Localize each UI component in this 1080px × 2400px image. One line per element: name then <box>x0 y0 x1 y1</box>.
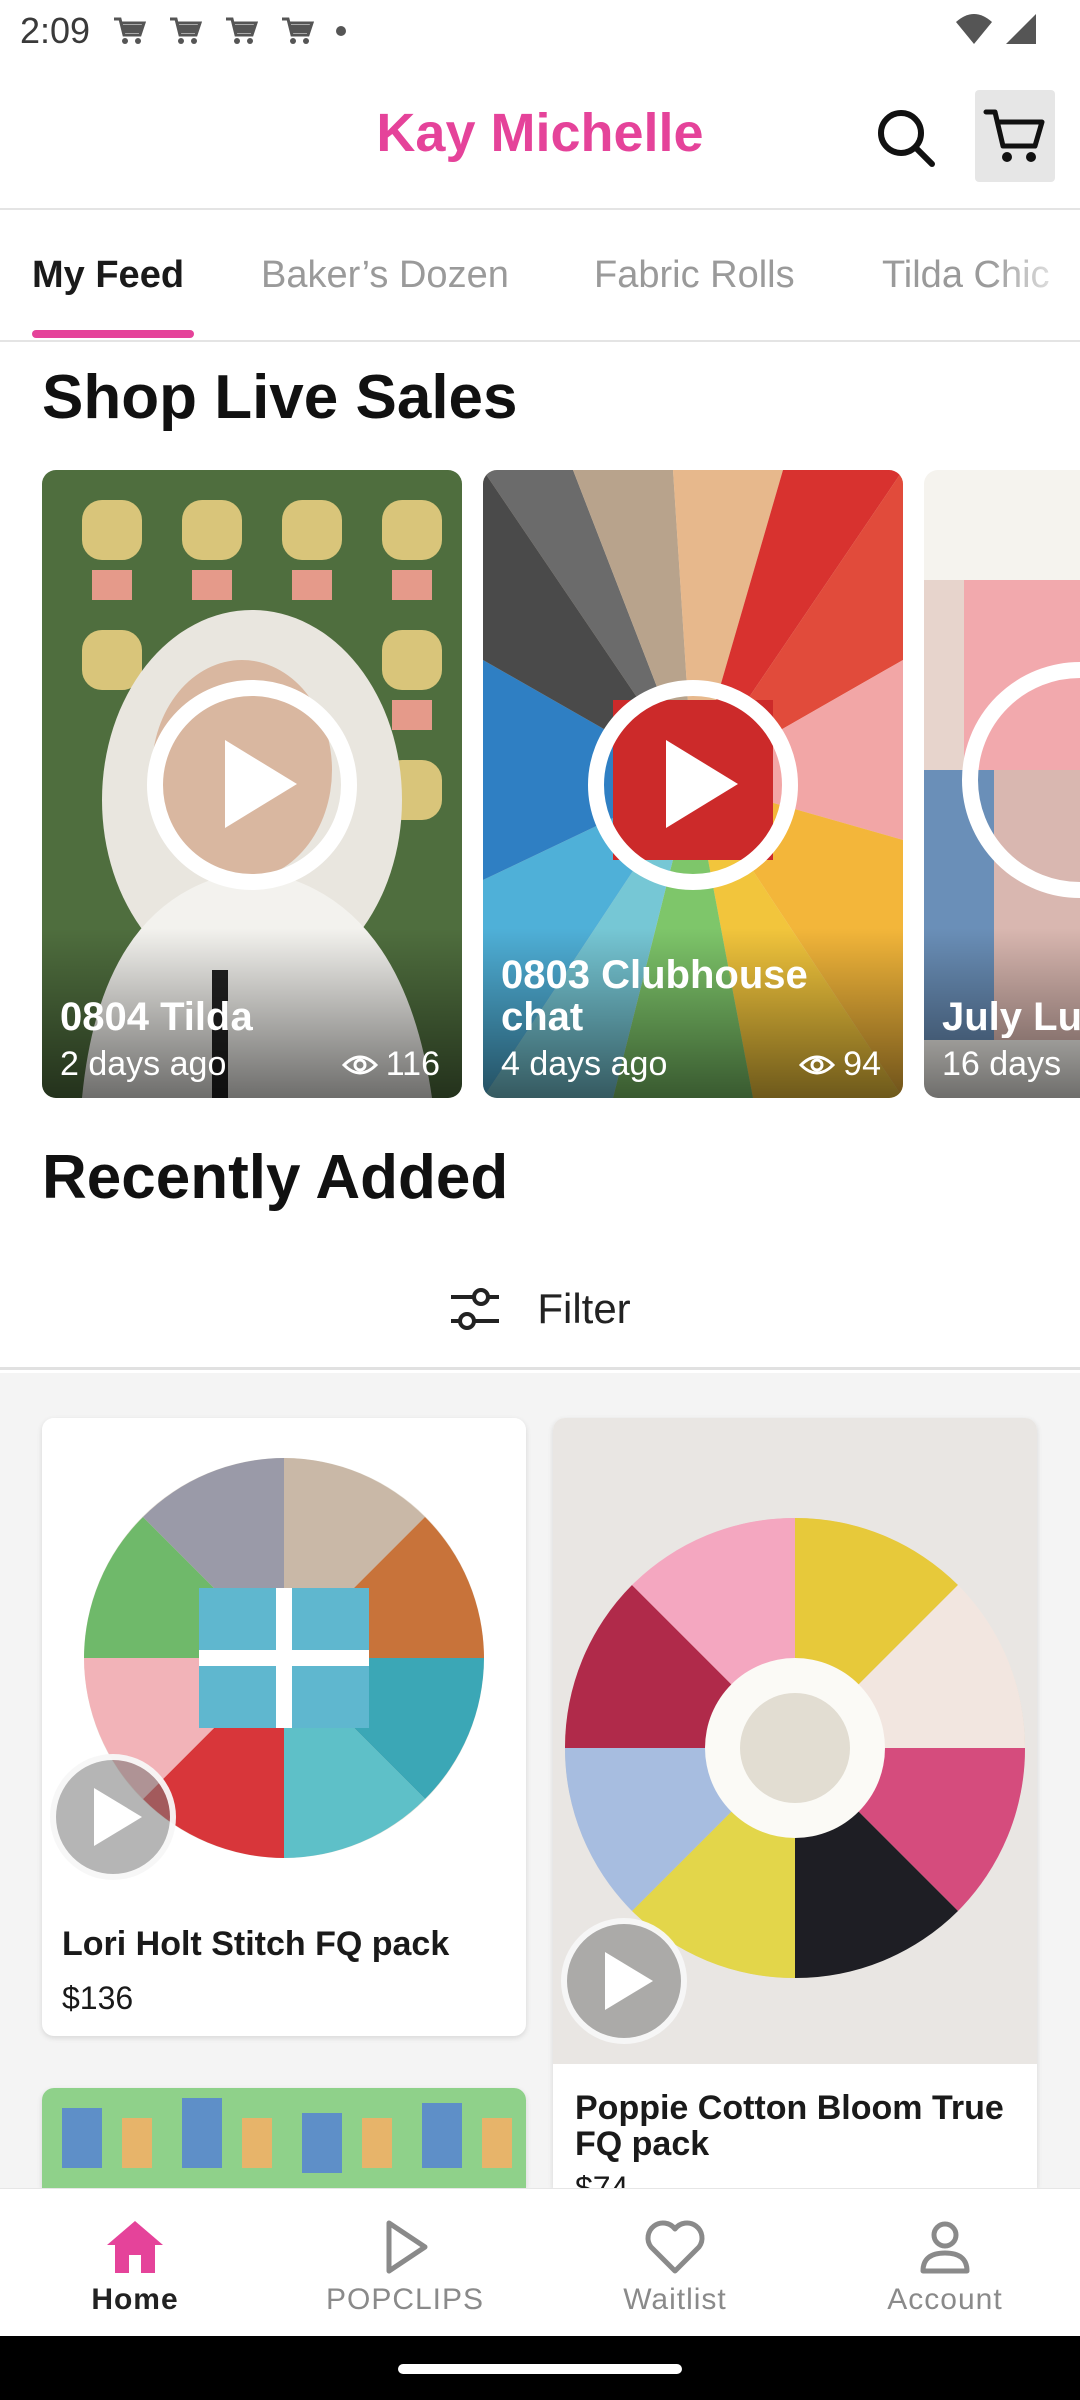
play-icon <box>147 680 357 890</box>
live-sale-card[interactable]: 0804 Tilda 2 days ago 116 <box>42 470 462 1098</box>
live-sale-date: 2 days ago <box>60 1045 227 1083</box>
filter-sliders-icon <box>451 1287 500 1330</box>
tabs-fade <box>990 212 1080 340</box>
tab-fabric-rolls[interactable]: Fabric Rolls <box>594 254 795 297</box>
product-image <box>42 2088 526 2188</box>
live-sale-title: 0804 Tilda <box>60 995 253 1039</box>
nav-label: Waitlist <box>623 2283 727 2316</box>
tab-bakers-dozen[interactable]: Baker’s Dozen <box>261 254 509 297</box>
live-sale-date: 16 days <box>942 1045 1062 1083</box>
notification-icons <box>112 16 347 46</box>
nav-label: Home <box>91 2283 179 2316</box>
cart-notification-icon <box>170 17 203 44</box>
product-card[interactable]: Poppie Cotton Bloom True FQ pack $74 <box>553 1418 1037 2188</box>
filter-button[interactable]: Filter <box>0 1250 1080 1370</box>
search-button[interactable] <box>874 106 938 170</box>
system-gesture-bar <box>0 2336 1080 2400</box>
live-sale-title: 0803 Clubhouse chat <box>501 953 808 1039</box>
filter-label: Filter <box>537 1284 631 1332</box>
nav-popclips[interactable]: POPCLIPS <box>270 2189 540 2337</box>
heart-icon <box>645 2220 705 2274</box>
nav-waitlist[interactable]: Waitlist <box>540 2189 810 2337</box>
view-count: 116 <box>341 1045 440 1084</box>
home-icon <box>107 2221 163 2273</box>
person-icon <box>920 2221 970 2274</box>
product-price: $74 <box>575 2170 629 2188</box>
nav-label: POPCLIPS <box>325 2283 485 2316</box>
cart-notification-icon <box>114 17 147 44</box>
wifi-icon <box>956 14 992 44</box>
active-tab-indicator <box>32 330 194 338</box>
cart-notification-icon <box>226 17 259 44</box>
live-sale-card[interactable]: 0803 Clubhouse chat 4 days ago 94 <box>483 470 903 1098</box>
signal-icon <box>1006 14 1036 44</box>
home-gesture-handle[interactable] <box>398 2364 682 2374</box>
cart-icon <box>983 109 1045 162</box>
nav-account[interactable]: Account <box>810 2189 1080 2337</box>
product-card[interactable] <box>42 2088 526 2188</box>
play-icon <box>561 1918 687 2044</box>
play-outline-icon <box>386 2220 428 2274</box>
live-sales-heading: Shop Live Sales <box>42 363 518 432</box>
view-count-value: 116 <box>385 1045 440 1083</box>
product-price: $136 <box>62 1980 134 2016</box>
recently-added-heading: Recently Added <box>42 1143 509 1212</box>
status-time: 2:09 <box>20 10 91 51</box>
status-bar: 2:09 <box>0 0 1080 62</box>
live-sale-card[interactable]: July Lu 16 days <box>924 470 1080 1098</box>
product-name: Lori Holt Stitch FQ pack <box>62 1925 450 1963</box>
view-count-value: 94 <box>843 1045 881 1083</box>
eye-icon <box>341 1055 378 1074</box>
category-tabs: My Feed Baker’s Dozen Fabric Rolls Tilda… <box>0 212 1080 342</box>
view-count: 94 <box>799 1045 881 1084</box>
nav-label: Account <box>887 2283 1003 2316</box>
bottom-navigation: Home POPCLIPS Waitlist Account <box>0 2188 1080 2336</box>
product-card[interactable]: Lori Holt Stitch FQ pack $136 <box>42 1418 526 2036</box>
search-icon <box>878 110 935 167</box>
cart-notification-icon <box>282 17 315 44</box>
app-bar: Kay Michelle <box>0 62 1080 210</box>
nav-home[interactable]: Home <box>0 2189 270 2337</box>
eye-icon <box>799 1055 836 1074</box>
cart-button[interactable] <box>975 90 1055 182</box>
live-sale-date: 4 days ago <box>501 1045 668 1083</box>
play-icon <box>588 680 798 890</box>
more-notifications-dot <box>336 26 347 36</box>
product-name: Poppie Cotton Bloom True FQ pack <box>575 2089 1004 2163</box>
live-sale-title: July Lu <box>942 996 1080 1038</box>
app-screen: 2:09 Kay Michelle My Feed Baker’s Dozen … <box>0 0 1080 2400</box>
tab-my-feed[interactable]: My Feed <box>32 254 184 297</box>
system-indicators <box>954 12 1038 46</box>
play-icon <box>50 1754 176 1880</box>
